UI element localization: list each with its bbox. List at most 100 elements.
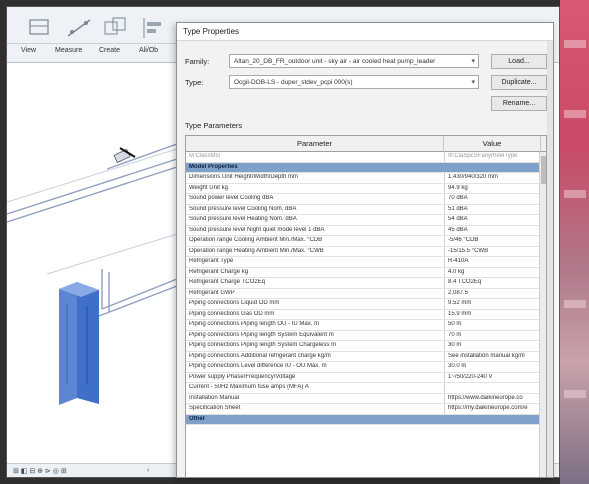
parameter-name: Piping connections Piping length System …	[189, 331, 334, 338]
group-header-row[interactable]: Other	[186, 414, 541, 425]
parameter-row[interactable]: Operation range Cooling Ambient Min./Max…	[186, 236, 541, 247]
parameter-name: Power supply Phase/Frequency/Voltage	[189, 373, 296, 380]
parameter-row[interactable]: Refrigerant Charge kg 4.0 kg	[186, 267, 541, 278]
parameter-row[interactable]: Sound pressure level Night quiet mode le…	[186, 225, 541, 236]
parameter-value[interactable]: R-410A	[448, 258, 540, 264]
parameter-value[interactable]: 4.0 kg	[448, 269, 540, 275]
parameter-row[interactable]: Power supply Phase/Frequency/Voltage 1~/5…	[186, 372, 541, 383]
column-divider	[444, 372, 445, 383]
parameter-row[interactable]: Installation Manual https://www.daikineur…	[186, 393, 541, 404]
parameter-value[interactable]: 8.4 TCO2Eq	[448, 279, 540, 285]
parameter-name: Sound pressure level Heating Nom. dBA	[189, 216, 297, 222]
column-divider	[444, 183, 445, 194]
grid-scrollbar[interactable]	[539, 152, 546, 477]
parameter-row[interactable]: Piping connections Gas OD mm 15.9 mm	[186, 309, 541, 320]
parameter-value[interactable]: https://www.daikineurope.co	[448, 395, 540, 401]
parameter-value[interactable]: 9.52 mm	[448, 300, 540, 306]
parameter-value[interactable]: 54 dBA	[448, 216, 540, 222]
column-divider	[444, 278, 445, 288]
parameter-name: Operation range Heating Ambient Min./Max…	[189, 247, 324, 254]
parameter-row[interactable]: Piping connections Piping length OU - IU…	[186, 320, 541, 331]
parameter-name: Sound power level Cooling dBA	[189, 195, 274, 201]
create-tool-icon[interactable]	[99, 13, 129, 41]
parameter-name: Piping connections Liquid OD mm	[189, 300, 280, 306]
parameter-row[interactable]: Refrigerant GWP 2,087.5	[186, 288, 541, 299]
parameter-value[interactable]: 2,087.5	[448, 290, 540, 296]
parameter-name: Dimensions Unit Height/Width/Depth mm	[189, 174, 299, 180]
parameter-row[interactable]: Piping connections Level difference IU -…	[186, 362, 541, 373]
parameter-row[interactable]: Refrigerant Charge TCO2Eq 8.4 TCO2Eq	[186, 278, 541, 289]
parameter-row[interactable]: Sound pressure level Cooling Nom. dBA 51 …	[186, 204, 541, 215]
parameter-value[interactable]: 15.9 mm	[448, 311, 540, 317]
type-parameters-grid: Parameter Value M:ClassMsi Ifl:ClaSpcSFan…	[185, 135, 547, 477]
parameter-value[interactable]: 30 m	[448, 342, 540, 348]
scrollbar-thumb[interactable]	[541, 156, 546, 184]
type-parameters-label: Type Parameters	[185, 121, 243, 130]
parameter-value[interactable]: 94.9 kg	[448, 185, 540, 191]
grid-rows: M:ClassMsi Ifl:ClaSpcSFanyrheelType Model …	[186, 152, 541, 425]
parameter-name: Specification Sheet	[189, 405, 241, 411]
parameter-value[interactable]: https://my.daikineurope.com/e	[448, 405, 540, 411]
parameter-name: Piping connections Level difference IU -…	[189, 363, 327, 369]
parameter-value[interactable]: -5/46 °CDB	[448, 237, 540, 243]
parameter-row[interactable]: Operation range Heating Ambient Min./Max…	[186, 246, 541, 257]
parameter-row[interactable]: M:ClassMsi Ifl:ClaSpcSFanyrheelType	[186, 152, 541, 163]
column-header-value[interactable]: Value	[444, 136, 541, 152]
family-label: Family:	[185, 57, 210, 66]
parameter-value[interactable]: 1~/50/220-240 V	[448, 374, 540, 380]
column-divider	[444, 393, 445, 404]
parameter-value[interactable]: 70 dBA	[448, 195, 540, 201]
parameter-value[interactable]: 1.430/940/320 mm	[448, 174, 540, 180]
type-label: Type:	[185, 78, 204, 87]
duplicate-button[interactable]: Duplicate...	[491, 75, 547, 90]
parameter-name: Current - 50Hz Maximum fuse amps (MFA) A	[189, 384, 309, 390]
parameter-value[interactable]: 70 m	[448, 332, 540, 338]
parameter-name: M:ClassMsi	[189, 153, 220, 159]
parameter-row[interactable]: Piping connections Additional refrigeran…	[186, 351, 541, 362]
parameter-value[interactable]: 30.0 m	[448, 363, 540, 369]
parameter-value[interactable]: -15/15.5 °CWB	[448, 248, 540, 254]
group-header-row[interactable]: Model Properties	[186, 162, 541, 173]
ribbon-label-create: Create	[99, 47, 121, 54]
family-dropdown[interactable]: Altan_20_DB_FR_outdoor unit - sky air - …	[229, 54, 479, 68]
parameter-row[interactable]: Piping connections Liquid OD mm 9.52 mm	[186, 299, 541, 310]
parameter-name: Piping connections Piping length System …	[189, 342, 337, 348]
type-properties-dialog: Type Properties Family: Altan_20_DB_FR_o…	[176, 22, 554, 478]
column-header-parameter[interactable]: Parameter	[186, 136, 444, 152]
type-dropdown[interactable]: Ocgil-DOB-LS - duper_stdev_pcpi 000(s) ▾	[229, 75, 479, 89]
rename-button[interactable]: Rename...	[491, 96, 547, 111]
parameter-row[interactable]: Current - 50Hz Maximum fuse amps (MFA) A	[186, 383, 541, 394]
parameter-name: Weight Unit kg	[189, 184, 228, 191]
parameter-row[interactable]: Refrigerant Type R-410A	[186, 257, 541, 268]
column-divider	[444, 204, 445, 215]
column-divider	[444, 215, 445, 225]
parameter-row[interactable]: Sound pressure level Heating Nom. dBA 54 …	[186, 215, 541, 226]
load-button[interactable]: Load...	[491, 54, 547, 69]
parameter-value[interactable]: 50 m	[448, 321, 540, 327]
parameter-row[interactable]: Weight Unit kg 94.9 kg	[186, 183, 541, 194]
scroll-left-icon[interactable]: ‹	[147, 467, 149, 474]
parameter-row[interactable]: Specification Sheet https://my.daikineuro…	[186, 404, 541, 415]
parameter-name: Other	[189, 415, 206, 422]
parameter-value[interactable]: 45 dBA	[448, 227, 540, 233]
parameter-row[interactable]: Sound power level Cooling dBA 70 dBA	[186, 194, 541, 205]
parameter-row[interactable]: Piping connections Piping length System …	[186, 341, 541, 352]
view-control-icons[interactable]: ⊞ ◧ ⊟ ⊕ ⊳ ◎ ⊞	[13, 467, 67, 475]
column-divider	[444, 225, 445, 236]
parameter-row[interactable]: Piping connections Piping length System …	[186, 330, 541, 341]
measure-tool-icon[interactable]	[63, 13, 93, 41]
column-divider	[444, 330, 445, 341]
dialog-scrollbar[interactable]	[547, 41, 553, 477]
dialog-titlebar[interactable]: Type Properties	[177, 23, 553, 41]
parameter-name: Sound pressure level Cooling Nom. dBA	[189, 205, 297, 212]
parameter-value[interactable]: See installation manual kg/m	[448, 353, 540, 359]
align-tool-icon[interactable]	[137, 13, 167, 41]
column-divider	[444, 257, 445, 267]
parameter-value[interactable]: Ifl:ClaSpcSFanyrheelType	[448, 153, 540, 159]
parameter-value[interactable]: 51 dBA	[448, 206, 540, 212]
parameter-name: Refrigerant Charge TCO2Eq	[189, 279, 265, 285]
column-divider	[444, 173, 445, 183]
view-tool-icon[interactable]	[23, 13, 53, 41]
column-divider	[444, 351, 445, 362]
parameter-row[interactable]: Dimensions Unit Height/Width/Depth mm 1.4…	[186, 173, 541, 184]
